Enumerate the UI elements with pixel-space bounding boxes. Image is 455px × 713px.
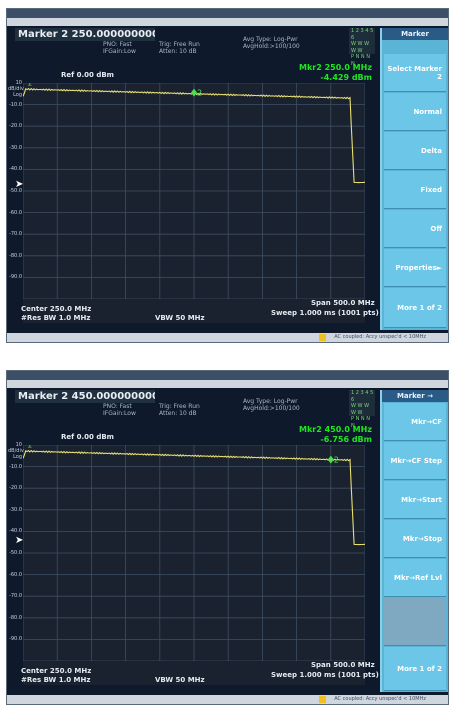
atten-text: Atten: 10 dB [159,410,197,417]
y-axis-label: -30.0 [9,506,22,513]
marker-1-label: 1 [27,83,32,87]
center-freq: Center 250.0 MHz [21,667,92,675]
toolbar [7,18,448,26]
y-axis-label: -60.0 [9,209,22,216]
warning-icon [319,696,326,703]
res-bw: #Res BW 1.0 MHz [21,314,91,322]
softkey-7[interactable]: More 1 of 2 [384,288,446,328]
y-axis-label: -20.0 [9,123,22,130]
res-bw: #Res BW 1.0 MHz [21,676,91,684]
y-axis-label: -90.0 [9,636,22,643]
trig-text: Trig: Free Run [159,403,200,410]
y-axis-label: -50.0 [9,550,22,556]
vbw: VBW 50 MHz [155,676,205,684]
marker-frequency-title[interactable]: Marker 2 250.000000000 MHz [15,28,155,41]
status-text: AC coupled: Accy unspec'd < 10MHz [334,334,426,340]
softkey-2[interactable]: Normal [384,93,446,131]
avg-type-text: Avg Type: Log-Pwr [243,398,298,405]
spectrum-display[interactable]: 12 [23,83,365,323]
marker-frequency-title[interactable]: Marker 2 450.000000000 MHz [15,390,155,403]
atten-text: Atten: 10 dB [159,48,197,55]
ifgain-text: IFGain:Low [103,48,136,55]
ifgain-text: IFGain:Low [103,410,136,417]
y-axis-label: -70.0 [9,593,22,600]
y-axis-label: -80.0 [9,252,22,259]
marker-readout-freq: Mkr2 250.0 MHz [299,63,372,72]
window-titlebar [7,9,448,18]
softkey-4[interactable]: Mkr→Stop [384,520,446,558]
softkey-7[interactable]: More 1 of 2 [384,647,446,691]
analyzer-screenshot-2: Marker 2 450.000000000 MHz PNO: Fast IFG… [6,370,449,705]
sweep: Sweep 1.000 ms (1001 pts) [271,671,379,679]
span: Span 500.0 MHz [311,661,375,669]
panel-title: Marker [382,28,448,40]
pno-text: PNO: Fast [103,41,132,48]
softkey-6-blank [384,598,446,646]
softkey-3[interactable]: Delta [384,132,446,170]
marker-2-label: 2 [197,89,202,98]
avg-hold-text: AvgHold:>100/100 [243,43,300,50]
sweep: Sweep 1.000 ms (1001 pts) [271,309,379,317]
ref-level: Ref 0.00 dBm [61,433,114,441]
y-axis-label: -40.0 [9,528,22,535]
y-axis-label: -10.0 [9,463,22,470]
softkey-4[interactable]: Fixed [384,171,446,209]
y-axis-label: 10 dB/div Log [8,442,24,460]
y-axis-label: -20.0 [9,485,22,492]
ref-level: Ref 0.00 dBm [61,71,114,79]
softkey-5[interactable]: Mkr→Ref Lvl [384,559,446,597]
panel-title: Marker → [382,390,448,402]
marker-1-label: 1 [27,445,32,449]
marker-readout-amp: -6.756 dBm [320,435,372,444]
mouse-cursor-icon: ➤ [15,535,24,546]
softkey-2[interactable]: Mkr→CF Step [384,442,446,480]
spectrum-trace-svg: 12 [23,445,365,661]
softkey-1[interactable]: Mkr→CF [384,403,446,441]
status-bar: AC coupled: Accy unspec'd < 10MHz [7,695,448,704]
softkey-3[interactable]: Mkr→Start [384,481,446,519]
avg-type-text: Avg Type: Log-Pwr [243,36,298,43]
marker-readout-freq: Mkr2 450.0 MHz [299,425,372,434]
y-axis-label: -10.0 [9,101,22,108]
span: Span 500.0 MHz [311,299,375,307]
softkey-5[interactable]: Off [384,210,446,248]
y-axis-label: -40.0 [9,166,22,173]
y-axis-label: -90.0 [9,274,22,281]
softkey-6[interactable]: Properties► [384,249,446,287]
y-axis-label: -70.0 [9,231,22,238]
y-axis-label: -50.0 [9,188,22,194]
warning-icon [319,334,326,341]
marker-2-label: 2 [334,456,339,465]
vbw: VBW 50 MHz [155,314,205,322]
pno-text: PNO: Fast [103,403,132,410]
softkey-1[interactable]: Select Marker 2 [384,54,446,92]
center-freq: Center 250.0 MHz [21,305,92,313]
status-text: AC coupled: Accy unspec'd < 10MHz [334,696,426,702]
avg-hold-text: AvgHold:>100/100 [243,405,300,412]
y-axis-label: -60.0 [9,571,22,578]
marker-readout-amp: -4.429 dBm [320,73,372,82]
trace-status-box: 1 2 3 4 5 6W W W W WP N N N N [349,390,375,429]
spectrum-display[interactable]: 12 [23,445,365,685]
trig-text: Trig: Free Run [159,41,200,48]
toolbar [7,380,448,388]
y-axis-label: -80.0 [9,614,22,621]
window-titlebar [7,371,448,380]
spectrum-trace-svg: 12 [23,83,365,299]
analyzer-screenshot-1: Marker 2 250.000000000 MHz PNO: Fast IFG… [6,8,449,343]
y-axis-label: 10 dB/div Log [8,80,24,98]
y-axis-label: -30.0 [9,144,22,151]
trace-status-box: 1 2 3 4 5 6W W W W WP N N N N [349,28,375,67]
status-bar: AC coupled: Accy unspec'd < 10MHz [7,333,448,342]
